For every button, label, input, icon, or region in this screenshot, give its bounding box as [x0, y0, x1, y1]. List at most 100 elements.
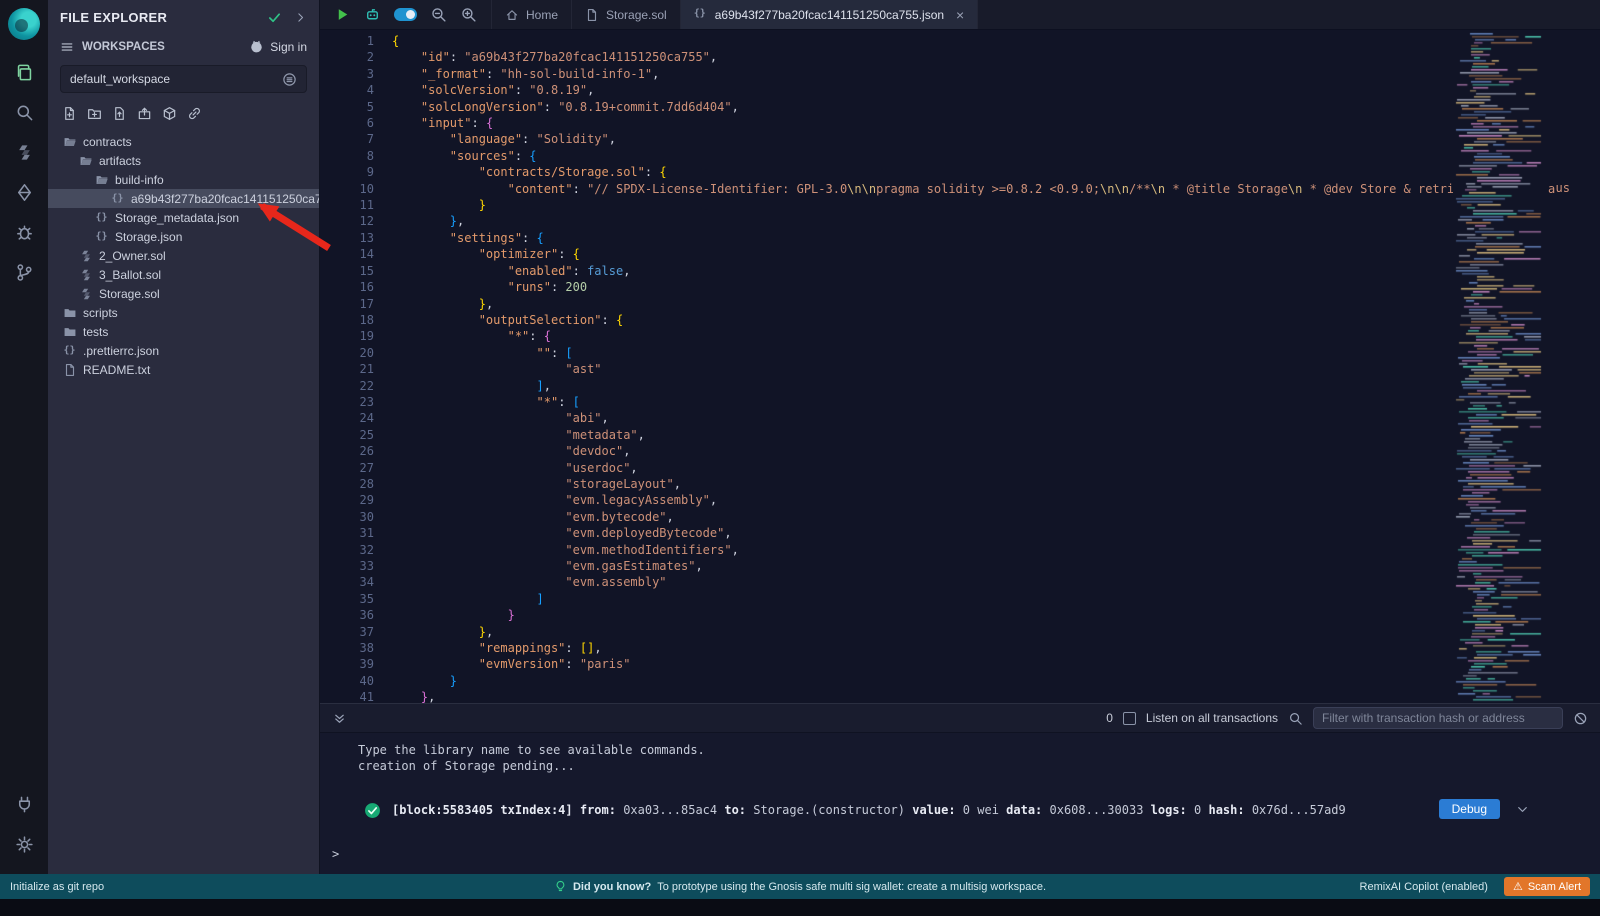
workspace-select[interactable]: default_workspace — [60, 65, 307, 93]
line-number[interactable]: 32 — [320, 542, 374, 558]
line-number[interactable]: 25 — [320, 427, 374, 443]
workspace-options-icon[interactable] — [282, 72, 297, 87]
code-line[interactable]: "metadata", — [392, 427, 1600, 443]
transaction-filter-input[interactable] — [1313, 707, 1563, 729]
code-line[interactable]: "_format": "hh-sol-build-info-1", — [392, 66, 1600, 82]
line-number[interactable]: 30 — [320, 509, 374, 525]
scam-alert-badge[interactable]: ⚠ Scam Alert — [1504, 877, 1590, 896]
tree-item-contracts[interactable]: contracts — [48, 132, 319, 151]
upload-folder-icon[interactable] — [137, 106, 152, 121]
git-init-status[interactable]: Initialize as git repo — [10, 881, 104, 893]
line-number[interactable]: 18 — [320, 312, 374, 328]
line-number[interactable]: 36 — [320, 607, 374, 623]
chevron-down-icon[interactable] — [1515, 802, 1530, 817]
tree-item-scripts[interactable]: scripts — [48, 303, 319, 322]
code-line[interactable]: } — [392, 607, 1600, 623]
zoom-in-icon[interactable] — [460, 6, 477, 23]
line-number[interactable]: 9 — [320, 164, 374, 180]
code-line[interactable]: "evm.methodIdentifiers", — [392, 542, 1600, 558]
tree-item-3-ballot-sol[interactable]: 3_Ballot.sol — [48, 265, 319, 284]
code-line[interactable]: "outputSelection": { — [392, 312, 1600, 328]
code-line[interactable]: }, — [392, 624, 1600, 640]
clear-console-icon[interactable] — [1573, 711, 1588, 726]
line-number[interactable]: 8 — [320, 148, 374, 164]
code-line[interactable]: ], — [392, 378, 1600, 394]
line-number[interactable]: 27 — [320, 460, 374, 476]
tree-item-storage-metadata-json[interactable]: {}Storage_metadata.json — [48, 208, 319, 227]
code-line[interactable]: "evm.bytecode", — [392, 509, 1600, 525]
line-number[interactable]: 5 — [320, 99, 374, 115]
tree-item-tests[interactable]: tests — [48, 322, 319, 341]
debugger-icon[interactable] — [0, 212, 48, 252]
solidity-compiler-icon[interactable] — [0, 132, 48, 172]
code-line[interactable]: }, — [392, 689, 1600, 703]
settings-gear-icon[interactable] — [0, 824, 48, 864]
copilot-toggle[interactable] — [394, 8, 417, 21]
tree-item-storage-sol[interactable]: Storage.sol — [48, 284, 319, 303]
line-number[interactable]: 38 — [320, 640, 374, 656]
line-number[interactable]: 7 — [320, 131, 374, 147]
new-file-icon[interactable] — [62, 106, 77, 121]
code-line[interactable]: "optimizer": { — [392, 246, 1600, 262]
load-template-icon[interactable] — [162, 106, 177, 121]
code-line[interactable]: "*": { — [392, 328, 1600, 344]
tab-home[interactable]: Home — [492, 0, 572, 29]
workspaces-menu-icon[interactable] — [60, 40, 74, 54]
code-line[interactable]: "input": { — [392, 115, 1600, 131]
line-number[interactable]: 24 — [320, 410, 374, 426]
tree-item-a69b43f277ba20fcac141151250ca7[interactable]: {}a69b43f277ba20fcac141151250ca7... — [48, 189, 319, 208]
code-line[interactable]: "storageLayout", — [392, 476, 1600, 492]
line-number[interactable]: 31 — [320, 525, 374, 541]
code-line[interactable]: ] — [392, 591, 1600, 607]
line-number[interactable]: 33 — [320, 558, 374, 574]
code-line[interactable]: "content": "// SPDX-License-Identifier: … — [392, 181, 1600, 197]
tree-item-readme-txt[interactable]: README.txt — [48, 360, 319, 379]
code-editor[interactable]: 1234567891011121314151617181920212223242… — [320, 30, 1600, 703]
line-number[interactable]: 14 — [320, 246, 374, 262]
line-number[interactable]: 40 — [320, 673, 374, 689]
plugin-manager-icon[interactable] — [0, 784, 48, 824]
code-line[interactable]: "enabled": false, — [392, 263, 1600, 279]
close-tab-icon[interactable]: × — [956, 8, 964, 22]
line-number[interactable]: 13 — [320, 230, 374, 246]
code-line[interactable]: "id": "a69b43f277ba20fcac141151250ca755"… — [392, 49, 1600, 65]
line-number[interactable]: 1 — [320, 33, 374, 49]
line-number[interactable]: 4 — [320, 82, 374, 98]
tree-item-2-owner-sol[interactable]: 2_Owner.sol — [48, 246, 319, 265]
line-number[interactable]: 20 — [320, 345, 374, 361]
line-number[interactable]: 35 — [320, 591, 374, 607]
code-line[interactable]: "evm.legacyAssembly", — [392, 492, 1600, 508]
listen-all-transactions-checkbox[interactable] — [1123, 712, 1136, 725]
sign-in-button[interactable]: Sign in — [249, 39, 307, 54]
git-icon[interactable] — [0, 252, 48, 292]
line-number[interactable]: 19 — [320, 328, 374, 344]
line-number[interactable]: 11 — [320, 197, 374, 213]
line-number[interactable]: 17 — [320, 296, 374, 312]
code-line[interactable]: "evm.deployedBytecode", — [392, 525, 1600, 541]
code-line[interactable]: "contracts/Storage.sol": { — [392, 164, 1600, 180]
line-number[interactable]: 23 — [320, 394, 374, 410]
copilot-status[interactable]: RemixAI Copilot (enabled) — [1360, 881, 1488, 893]
code-line[interactable]: "solcLongVersion": "0.8.19+commit.7dd6d4… — [392, 99, 1600, 115]
tree-item-storage-json[interactable]: {}Storage.json — [48, 227, 319, 246]
line-number[interactable]: 41 — [320, 689, 374, 703]
code-line[interactable]: "settings": { — [392, 230, 1600, 246]
code-line[interactable]: "*": [ — [392, 394, 1600, 410]
code-line[interactable]: "userdoc", — [392, 460, 1600, 476]
code-line[interactable]: } — [392, 673, 1600, 689]
transaction-log-row[interactable]: [block:5583405 txIndex:4] from: 0xa03...… — [364, 798, 1600, 822]
tree-item-artifacts[interactable]: artifacts — [48, 151, 319, 170]
deploy-run-icon[interactable] — [0, 172, 48, 212]
ai-assistant-icon[interactable] — [364, 6, 381, 23]
line-number[interactable]: 29 — [320, 492, 374, 508]
clone-link-icon[interactable] — [187, 106, 202, 121]
expand-terminal-icon[interactable] — [332, 711, 347, 726]
line-number[interactable]: 37 — [320, 624, 374, 640]
debug-button[interactable]: Debug — [1439, 799, 1500, 819]
code-line[interactable]: "devdoc", — [392, 443, 1600, 459]
line-number[interactable]: 3 — [320, 66, 374, 82]
code-line[interactable]: } — [392, 197, 1600, 213]
file-explorer-icon[interactable] — [0, 52, 48, 92]
search-icon[interactable] — [0, 92, 48, 132]
code-line[interactable]: "ast" — [392, 361, 1600, 377]
